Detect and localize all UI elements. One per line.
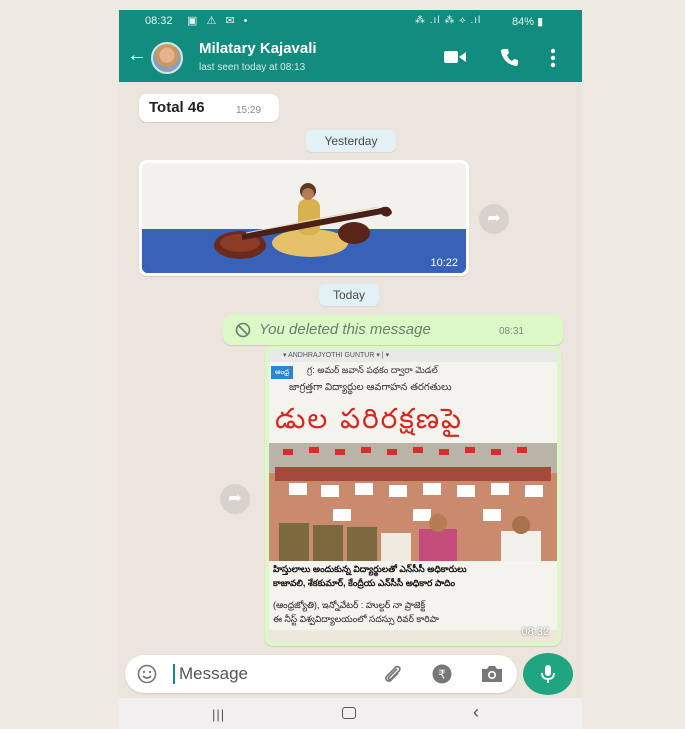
avatar[interactable] [151,42,183,74]
article-text: ఈ నీస్ట్ విశ్వవిద్యాలయంలో సదస్సు రివర్ క… [273,614,439,624]
newspaper-topbar: ▾ ANDHRAJYOTHI GUNTUR ▾ | ▾ [269,350,557,362]
status-bar: 08:32 ▣ ⚠ ✉ • ⁂ .ıl ⁂ ⟡ .ıl 84% ▮ [119,10,582,34]
forward-icon[interactable]: ➦ [479,204,509,234]
message-composer: ₹ [125,655,517,693]
block-icon [235,322,251,338]
contact-name[interactable]: Milatary Kajavali [199,40,317,57]
notification-icons: ▣ ⚠ ✉ • [187,15,251,27]
photo-caption: హిస్తులాలు అందుకున్న విద్యార్థులతో ఎన్‌స… [273,564,467,574]
newspaper-bottom-strip [269,630,557,642]
camera-icon[interactable] [480,664,504,684]
ncc-cadets-photo-drawing [269,443,557,561]
newspaper-subheading: జాగ్రత్తగా విద్యార్థుల ఆవగాహన తరగతులు [289,382,452,393]
menu-icon[interactable] [550,47,556,69]
voice-call-icon[interactable] [500,47,520,67]
text-cursor [173,664,175,684]
rupee-payment-icon[interactable]: ₹ [431,663,453,685]
deleted-message-text: You deleted this message [259,321,431,338]
message-input[interactable] [179,663,359,685]
system-nav-bar: ||| ‹ [119,698,582,729]
message-time: 08:32 [521,626,549,638]
home-icon[interactable] [342,707,356,719]
incoming-message[interactable]: Total 46 15:29 [139,94,279,122]
message-text: Total 46 [149,99,205,116]
veena-photo-drawing [142,163,466,273]
signal-icons: ⁂ .ıl ⁂ ⟡ .ıl [415,15,482,26]
back-icon[interactable]: ‹ [473,702,479,723]
chat-header: ← Milatary Kajavali last seen today at 0… [119,34,582,82]
photo-caption: కాజావలి, శేకకుమార్, కేంద్రీయ ఎన్‌సీసీ అధ… [273,578,456,588]
mic-button[interactable] [523,653,573,695]
back-arrow-icon[interactable]: ← [127,45,147,65]
recents-icon[interactable]: ||| [212,707,225,722]
video-call-icon[interactable] [444,50,466,64]
newspaper-clipping-photo[interactable]: ▾ ANDHRAJYOTHI GUNTUR ▾ | ▾ ఆంధ్ర గ్ర: అ… [269,350,557,642]
date-divider-yesterday: Yesterday [306,130,396,152]
message-time: 08:31 [499,326,525,337]
newspaper-headline: డుల పరిరక్షణపై [275,402,463,435]
mic-icon [541,665,555,683]
status-time: 08:32 [145,15,173,27]
article-text: (ఆంధ్రజ్యోతి), ఇన్నోవేటర్ : హుల్దర్ నా ప… [273,600,426,610]
newspaper-kicker: గ్ర: అమర్ జవాన్ పథకం ద్వారా మెడల్ [307,365,438,375]
outgoing-deleted-message[interactable]: You deleted this message 08:31 [223,315,563,345]
attach-icon[interactable] [382,663,404,685]
last-seen-status: last seen today at 08:13 [199,62,306,73]
battery-level: 84% ▮ [512,16,544,28]
message-time: 10:22 [430,257,458,269]
veena-photo[interactable]: 10:22 [142,163,466,273]
incoming-image-message[interactable]: 10:22 [139,160,469,276]
newspaper-tag: ఆంధ్ర [271,366,294,379]
ncc-cadets-photo [269,443,557,561]
emoji-icon[interactable] [137,664,157,684]
message-time: 15:29 [236,105,262,116]
svg-text:₹: ₹ [438,668,446,682]
phone-screen: 08:32 ▣ ⚠ ✉ • ⁂ .ıl ⁂ ⟡ .ıl 84% ▮ ← Mila… [119,10,582,729]
forward-icon[interactable]: ➦ [220,484,250,514]
outgoing-image-message[interactable]: ▾ ANDHRAJYOTHI GUNTUR ▾ | ▾ ఆంధ్ర గ్ర: అ… [265,346,561,646]
date-divider-today: Today [319,284,379,306]
